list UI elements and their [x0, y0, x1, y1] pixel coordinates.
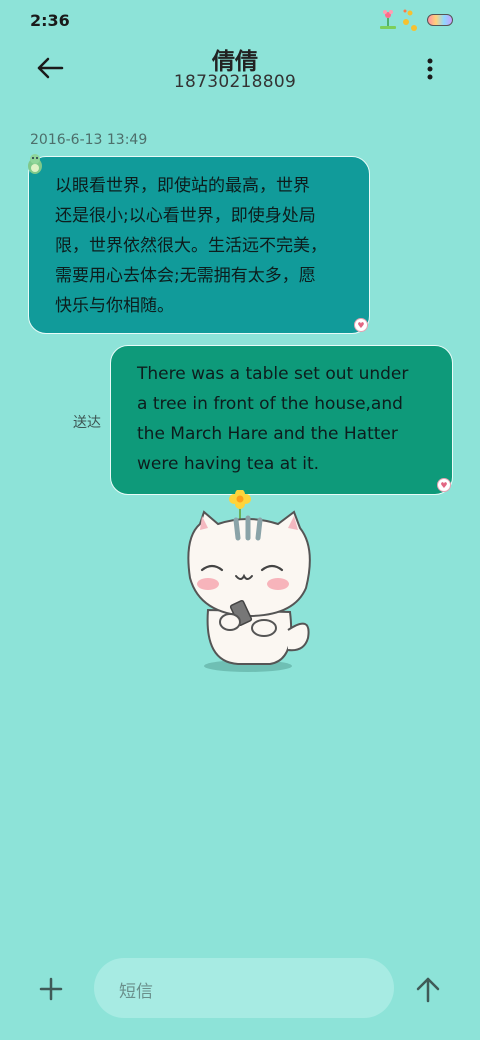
message-line: 快乐与你相随。 [55, 296, 174, 316]
message-line: were having tea at it. [137, 454, 320, 474]
message-line: a tree in front of the house,and [137, 394, 403, 414]
status-time: 2:36 [30, 11, 70, 30]
message-line: 限，世界依然很大。生活远不完美， [55, 236, 327, 256]
dinosaur-avatar-icon [28, 154, 42, 174]
contact-name: 倩倩 [212, 49, 258, 75]
message-line: 需要用心去体会;无需拥有太多，愿 [55, 266, 316, 286]
plus-icon[interactable] [38, 976, 64, 1002]
heart-icon: ♥ [354, 318, 368, 332]
contact-number: 18730218809 [173, 72, 297, 92]
more-vertical-icon[interactable] [420, 54, 440, 84]
flower-decoration-icon [380, 9, 417, 31]
status-bar: 2:36 [0, 0, 480, 40]
delivery-status: 送达 [73, 415, 101, 431]
outgoing-message-bubble[interactable]: There was a table set out under a tree i… [110, 345, 453, 495]
message-input[interactable]: 短信 [94, 958, 394, 1018]
message-composer: 短信 [0, 950, 480, 1030]
outgoing-message-text: There was a table set out under a tree i… [137, 359, 432, 479]
arrow-up-icon[interactable] [414, 974, 442, 1004]
heart-icon: ♥ [437, 478, 451, 492]
message-input-placeholder: 短信 [119, 982, 153, 1002]
message-line: 还是很小;以心看世界，即使身处局 [55, 206, 316, 226]
incoming-message-text: 以眼看世界，即使站的最高，世界 还是很小;以心看世界，即使身处局 限，世界依然很… [55, 171, 345, 321]
cat-sticker-icon [187, 490, 311, 672]
conversation-header: 倩倩 18730218809 [0, 40, 480, 100]
incoming-message-bubble[interactable]: 以眼看世界，即使站的最高，世界 还是很小;以心看世界，即使身处局 限，世界依然很… [28, 156, 370, 334]
message-line: There was a table set out under [137, 364, 409, 384]
battery-icon [427, 14, 453, 26]
message-line: the March Hare and the Hatter [137, 424, 398, 444]
message-timestamp: 2016-6-13 13:49 [30, 132, 148, 148]
message-line: 以眼看世界，即使站的最高，世界 [55, 176, 310, 196]
